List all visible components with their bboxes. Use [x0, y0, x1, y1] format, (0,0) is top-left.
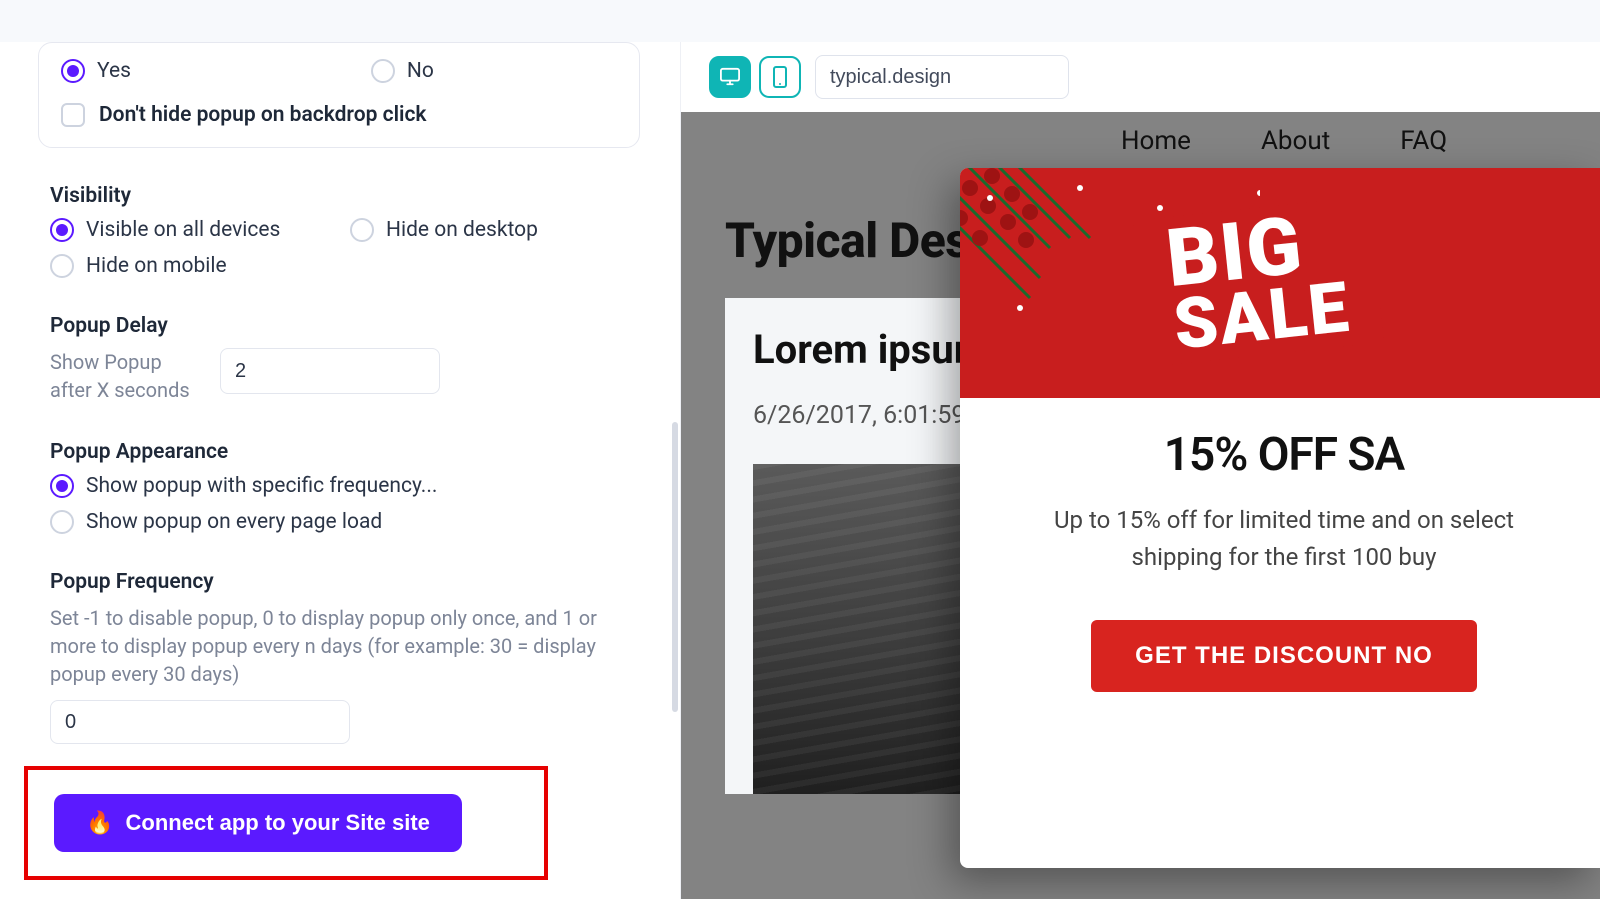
nav-home[interactable]: Home	[1121, 126, 1191, 156]
frequency-section: Popup Frequency Set -1 to disable popup,…	[50, 570, 640, 744]
yes-no-group: Yes No	[61, 59, 617, 83]
delay-section: Popup Delay Show Popup after X seconds	[50, 314, 640, 404]
radio-dot-icon	[50, 474, 74, 498]
delay-help: Show Popup after X seconds	[50, 348, 200, 404]
radio-yes-label: Yes	[97, 59, 131, 83]
visibility-section: Visibility Visible on all devices Hide o…	[50, 184, 640, 278]
sale-popup: BIG SALE 15% OFF SA Up to 15% off for l	[960, 168, 1600, 868]
radio-circle-icon	[371, 59, 395, 83]
preview-toolbar	[681, 42, 1600, 112]
backdrop-checkbox-label: Don't hide popup on backdrop click	[99, 103, 427, 127]
connect-app-button[interactable]: 🔥 Connect app to your Site site	[54, 794, 462, 852]
radio-circle-icon	[350, 218, 374, 242]
config-panel: Yes No Don't hide popup on backdrop clic…	[0, 42, 680, 899]
connect-highlight: 🔥 Connect app to your Site site	[24, 766, 548, 880]
pine-branch-icon	[960, 168, 1150, 358]
app-topbar	[0, 0, 1600, 42]
radio-no[interactable]: No	[371, 59, 434, 83]
sale-badge-line2: SALE	[1171, 277, 1353, 358]
frequency-input[interactable]	[50, 700, 350, 744]
delay-title: Popup Delay	[50, 314, 640, 338]
mobile-icon	[772, 65, 788, 89]
monitor-icon	[719, 67, 741, 87]
preview-stage: Home About FAQ Typical Des Lorem ipsum 6…	[681, 112, 1600, 899]
radio-dot-icon	[61, 59, 85, 83]
radio-specific-frequency[interactable]: Show popup with specific frequency...	[50, 474, 640, 498]
radio-yes[interactable]: Yes	[61, 59, 131, 83]
visibility-title: Visibility	[50, 184, 640, 208]
site-title: Typical Des	[725, 212, 969, 269]
appearance-section: Popup Appearance Show popup with specifi…	[50, 440, 640, 534]
workspace: Yes No Don't hide popup on backdrop clic…	[0, 42, 1600, 899]
fire-icon: 🔥	[86, 810, 113, 836]
radio-hide-mobile-label: Hide on mobile	[86, 254, 227, 278]
radio-hide-desktop-label: Hide on desktop	[386, 218, 538, 242]
preview-url-input[interactable]	[815, 55, 1069, 99]
checkbox-icon	[61, 103, 85, 127]
popup-body: 15% OFF SA Up to 15% off for limited tim…	[960, 398, 1600, 692]
preview-panel: Home About FAQ Typical Des Lorem ipsum 6…	[680, 42, 1600, 899]
radio-visible-all[interactable]: Visible on all devices	[50, 218, 350, 242]
radio-circle-icon	[50, 510, 74, 534]
nav-about[interactable]: About	[1261, 126, 1330, 156]
delay-input[interactable]	[220, 348, 440, 394]
popup-text: Up to 15% off for limited time and on se…	[1008, 502, 1560, 576]
popup-text-line1: Up to 15% off for limited time and on se…	[1054, 506, 1514, 534]
site-nav: Home About FAQ	[681, 112, 1600, 170]
radio-visible-all-label: Visible on all devices	[86, 218, 280, 242]
option-card: Yes No Don't hide popup on backdrop clic…	[38, 42, 640, 148]
backdrop-checkbox-row[interactable]: Don't hide popup on backdrop click	[61, 103, 617, 127]
config-scroll[interactable]: Yes No Don't hide popup on backdrop clic…	[6, 42, 680, 899]
popup-banner: BIG SALE	[960, 168, 1600, 398]
radio-no-label: No	[407, 59, 434, 83]
radio-every-load[interactable]: Show popup on every page load	[50, 510, 640, 534]
popup-heading: 15% OFF SA	[1008, 428, 1560, 482]
radio-hide-mobile[interactable]: Hide on mobile	[50, 254, 350, 278]
popup-text-line2: shipping for the first 100 buy	[1132, 543, 1437, 571]
frequency-title: Popup Frequency	[50, 570, 640, 594]
popup-cta-button[interactable]: GET THE DISCOUNT NO	[1091, 620, 1477, 692]
popup-cta-label: GET THE DISCOUNT NO	[1135, 642, 1433, 669]
device-mobile-button[interactable]	[759, 56, 801, 98]
sale-badge: BIG SALE	[1133, 196, 1384, 367]
radio-dot-icon	[50, 218, 74, 242]
radio-hide-desktop[interactable]: Hide on desktop	[350, 218, 650, 242]
device-desktop-button[interactable]	[709, 56, 751, 98]
nav-faq[interactable]: FAQ	[1400, 126, 1447, 156]
frequency-help: Set -1 to disable popup, 0 to display po…	[50, 604, 640, 688]
connect-app-label: Connect app to your Site site	[126, 810, 430, 836]
appearance-title: Popup Appearance	[50, 440, 640, 464]
radio-circle-icon	[50, 254, 74, 278]
radio-every-load-label: Show popup on every page load	[86, 510, 382, 534]
radio-specific-frequency-label: Show popup with specific frequency...	[86, 474, 437, 498]
